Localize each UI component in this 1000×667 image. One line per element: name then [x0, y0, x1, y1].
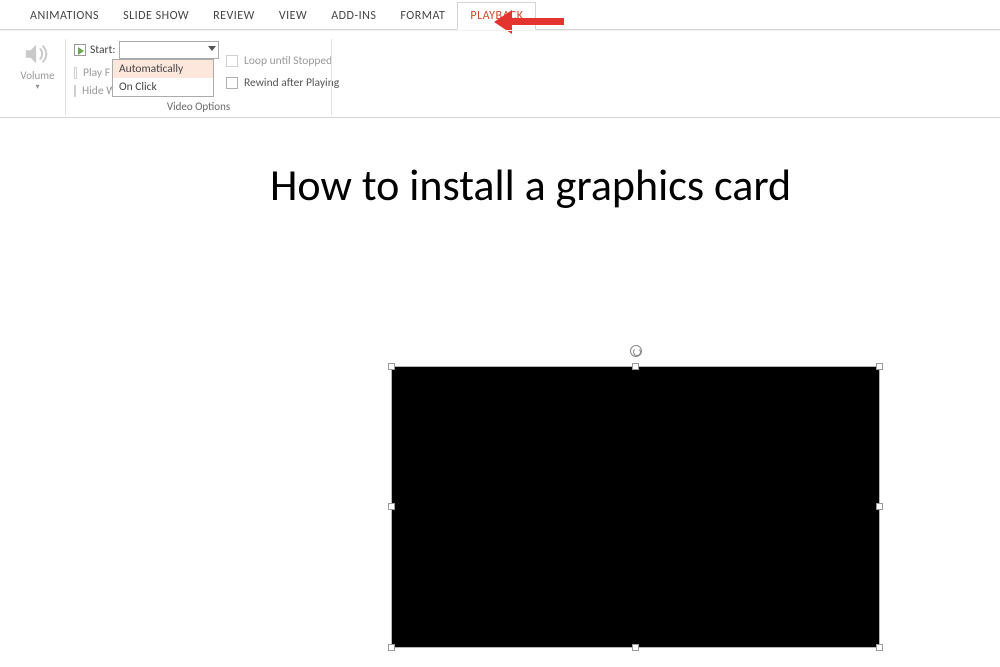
tab-view[interactable]: VIEW [267, 3, 319, 29]
start-dropdown-list: Automatically On Click [112, 59, 214, 97]
resize-handle[interactable] [632, 644, 639, 651]
dropdown-item-automatically[interactable]: Automatically [113, 60, 213, 78]
slide-canvas: How to install a graphics card [0, 118, 1000, 667]
resize-handle[interactable] [876, 503, 883, 510]
tab-addins[interactable]: ADD-INS [319, 3, 388, 29]
video-placeholder[interactable] [391, 366, 880, 648]
annotation-arrow-playback [512, 18, 564, 25]
chevron-down-icon: ▾ [35, 82, 39, 92]
resize-handle[interactable] [876, 644, 883, 651]
volume-group: Volume ▾ [10, 39, 66, 115]
rotate-handle-icon[interactable] [630, 345, 642, 357]
tab-format[interactable]: FORMAT [388, 3, 457, 29]
resize-handle[interactable] [388, 363, 395, 370]
dropdown-item-onclick[interactable]: On Click [113, 78, 213, 96]
tab-review[interactable]: REVIEW [201, 3, 267, 29]
resize-handle[interactable] [876, 363, 883, 370]
volume-button[interactable]: Volume ▾ [18, 39, 57, 92]
tab-animations[interactable]: ANIMATIONS [18, 3, 111, 29]
slide-title[interactable]: How to install a graphics card [270, 158, 791, 212]
volume-icon [23, 41, 53, 67]
volume-label: Volume [20, 69, 54, 82]
video-options-group-label: Video Options [66, 100, 331, 113]
resize-handle[interactable] [388, 644, 395, 651]
tab-slideshow[interactable]: SLIDE SHOW [111, 3, 201, 29]
resize-handle[interactable] [632, 363, 639, 370]
ribbon-panel: Volume ▾ Start: Automatically On Click P… [0, 30, 1000, 118]
resize-handle[interactable] [388, 503, 395, 510]
